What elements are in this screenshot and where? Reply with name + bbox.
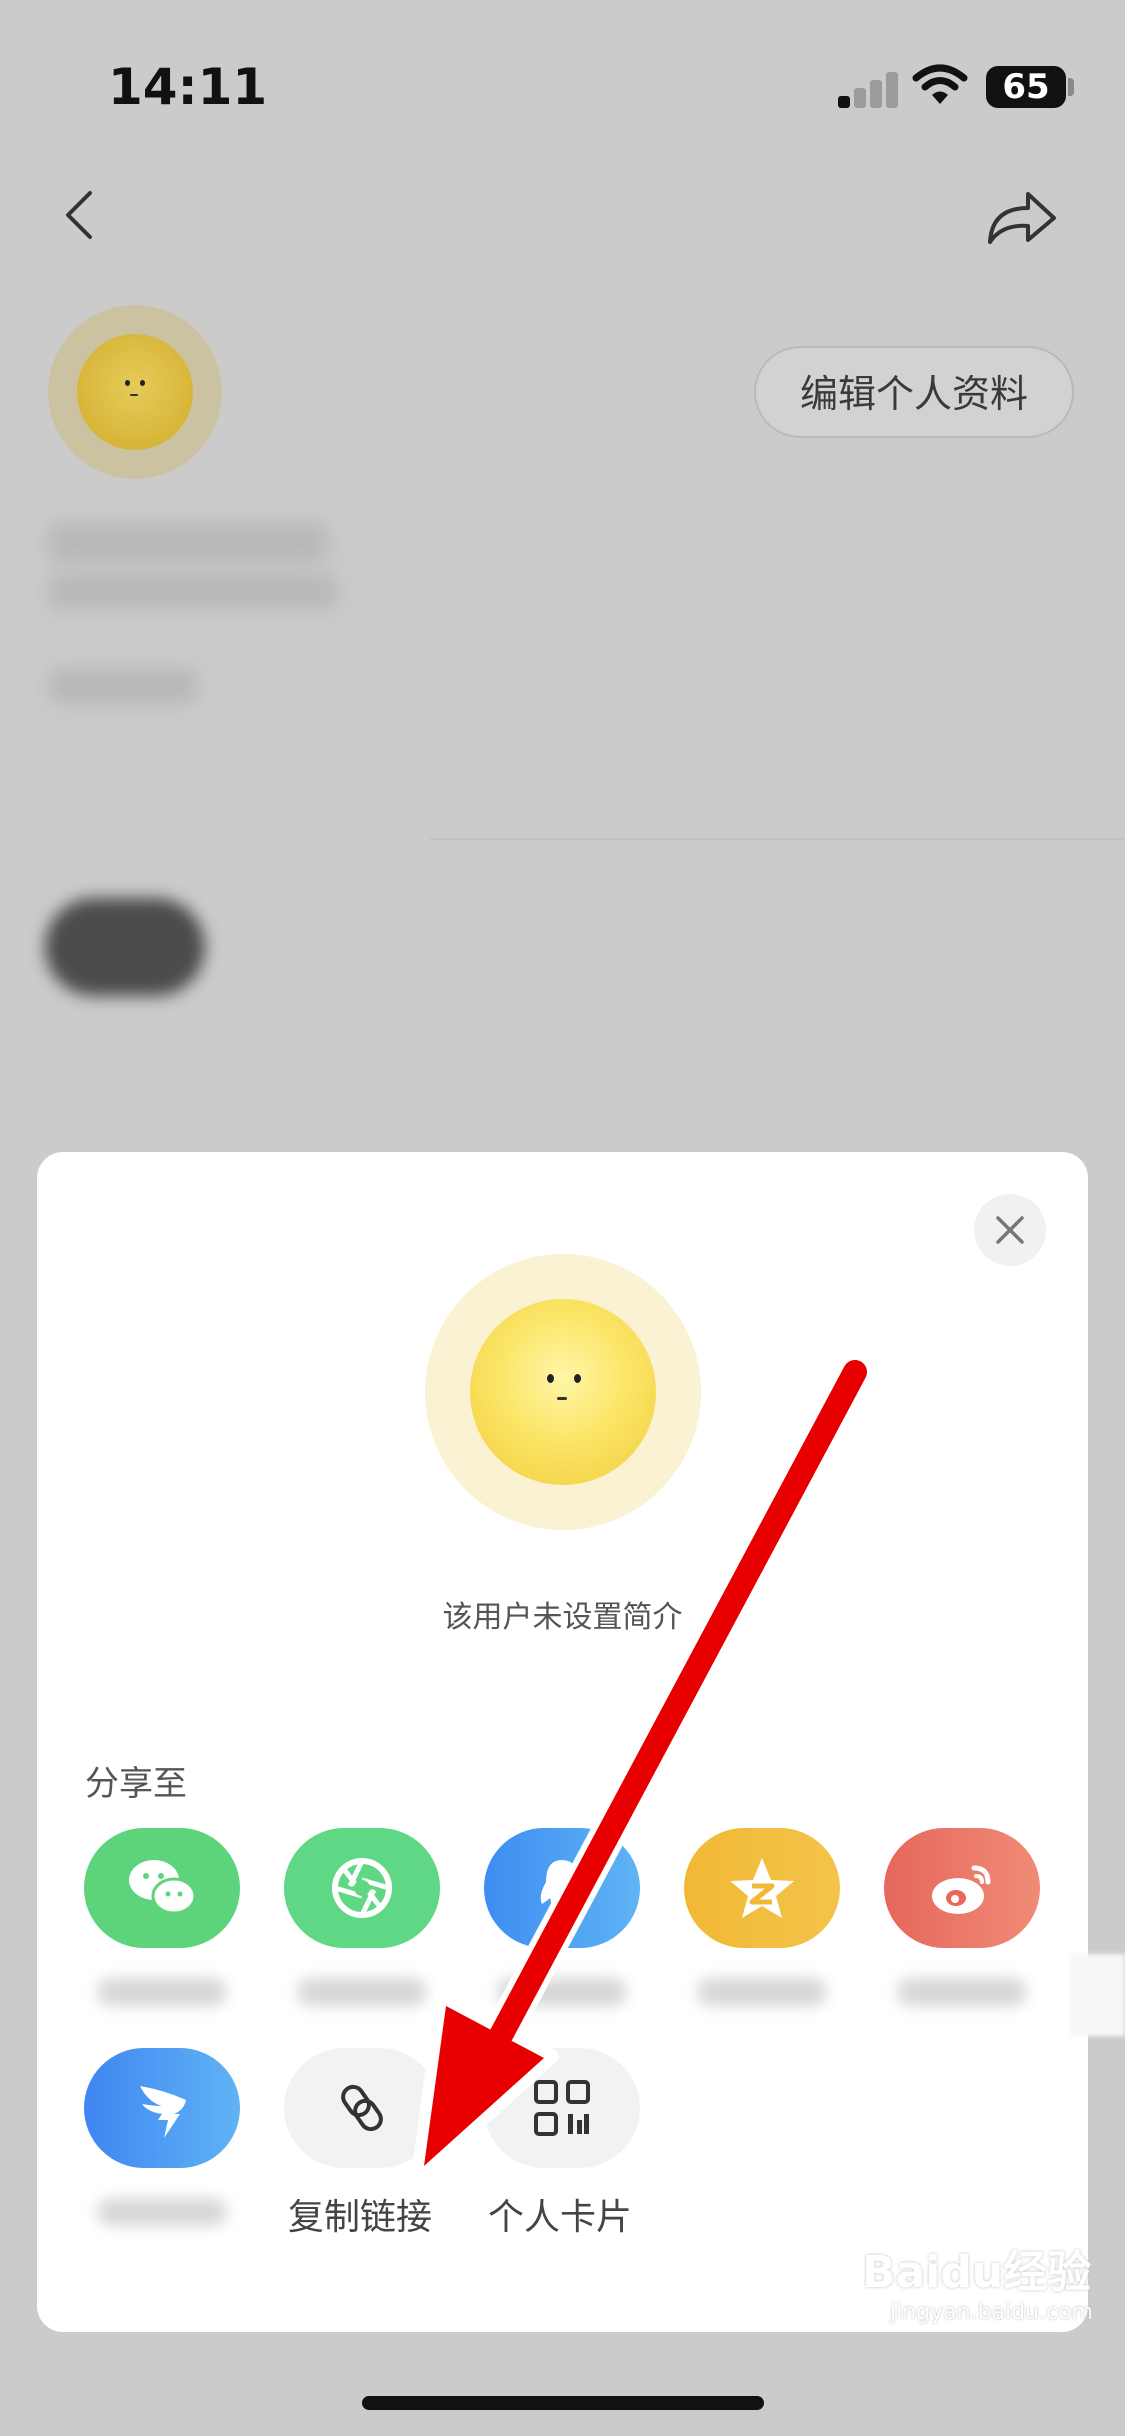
baidu-jingyan-watermark: Baidu经验 [862, 2247, 1092, 2298]
home-indicator[interactable] [362, 2396, 764, 2410]
annotation-arrow [411, 1354, 873, 2185]
watermark-url: jingyan.baidu.com [890, 2300, 1094, 2325]
